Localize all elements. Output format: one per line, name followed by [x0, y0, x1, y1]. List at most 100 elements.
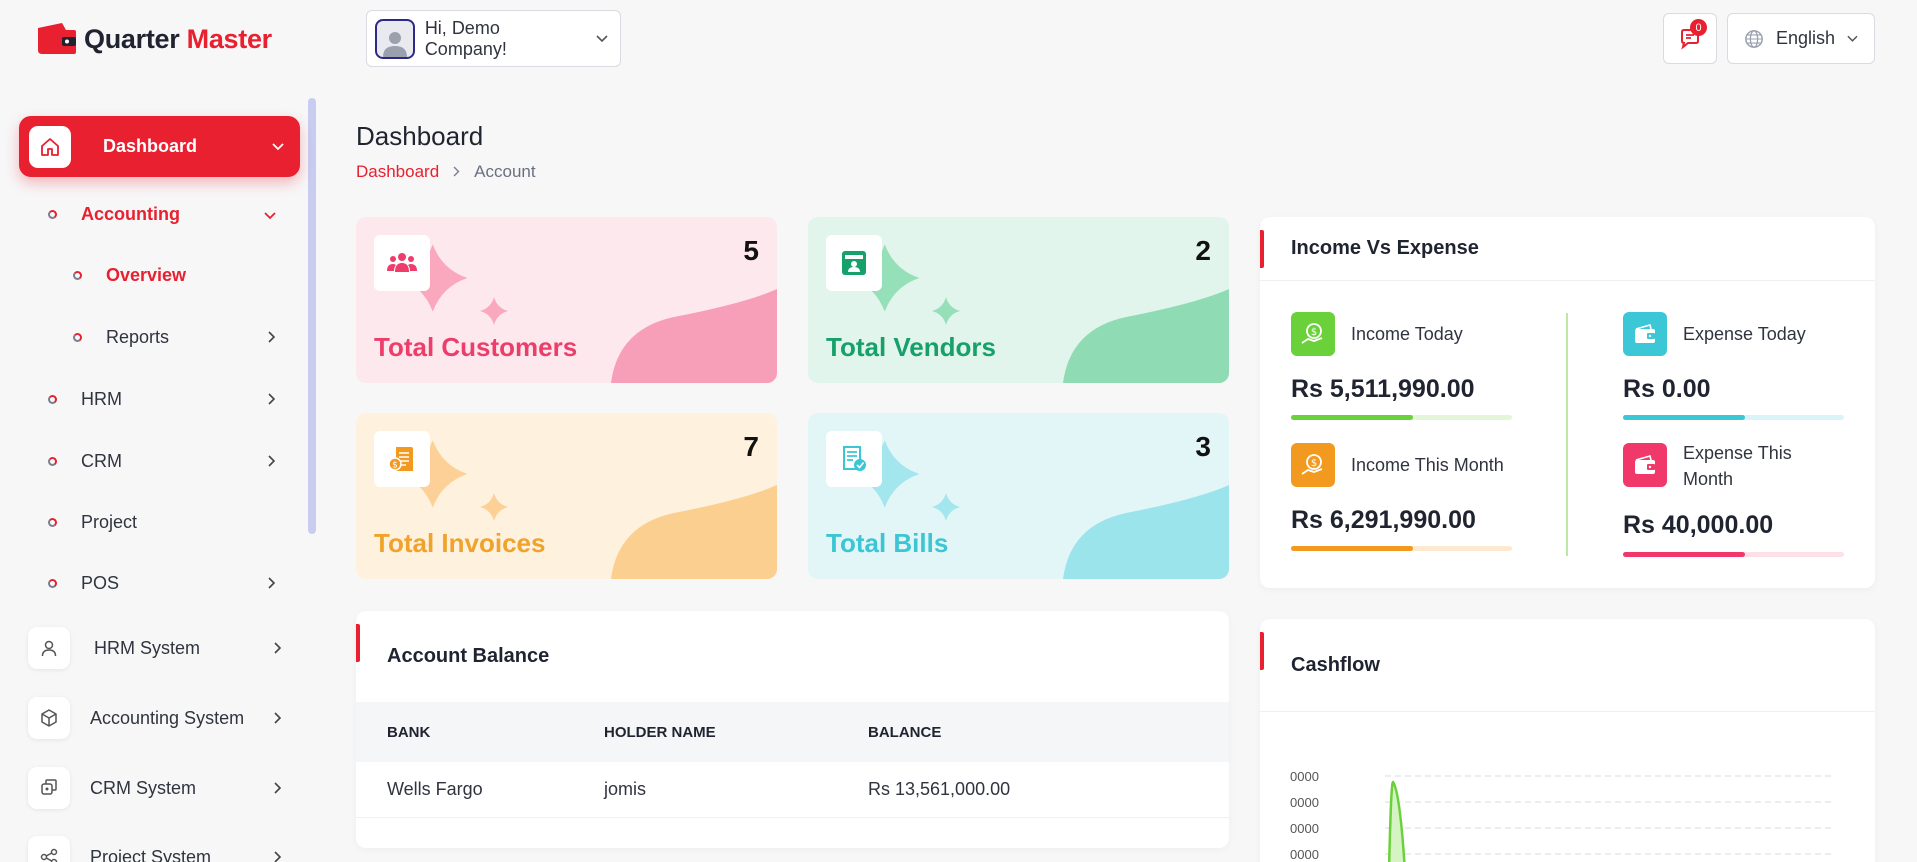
- brand-name: Quarter Master: [84, 23, 272, 54]
- sidebar-item-reports[interactable]: Reports: [73, 324, 276, 350]
- stat-label: Total Customers: [374, 332, 578, 362]
- account-balance-card: Account Balance BANK HOLDER NAME BALANCE…: [356, 611, 1229, 848]
- expense-today-progress: [1623, 415, 1844, 420]
- user-greeting: Hi, Demo Company!: [424, 17, 507, 59]
- chevron-right-icon: [268, 573, 276, 594]
- stat-value: 2: [1195, 235, 1211, 266]
- sidebar-item-label: POS: [81, 572, 120, 593]
- cell-bank: Wells Fargo: [356, 762, 604, 818]
- chevron-right-icon: [453, 162, 460, 182]
- layers-icon: [28, 767, 70, 809]
- bullet-icon: [48, 209, 57, 219]
- table-header-row: BANK HOLDER NAME BALANCE: [356, 702, 1229, 762]
- bill-check-icon: [826, 431, 882, 487]
- stat-value: 5: [743, 235, 759, 266]
- sidebar-item-hrm-system[interactable]: HRM System: [28, 627, 282, 669]
- user-icon: [28, 627, 70, 669]
- expense-this-month: Expense This Month Rs 40,000.00: [1623, 443, 1863, 571]
- stat-card-vendors[interactable]: 2 Total Vendors: [808, 217, 1229, 383]
- bullet-icon: [73, 270, 82, 280]
- chevron-down-icon: [596, 32, 608, 46]
- notification-count-badge: 0: [1690, 19, 1707, 36]
- sidebar-item-overview[interactable]: Overview: [73, 262, 273, 288]
- sidebar-item-label: HRM System: [94, 637, 201, 658]
- chevron-down-icon: [1847, 35, 1858, 42]
- income-today-label: Income Today: [1351, 324, 1463, 344]
- bullet-icon: [73, 332, 82, 342]
- svg-text:$: $: [1311, 458, 1317, 469]
- language-label: English: [1776, 28, 1836, 48]
- card-title: Cashflow: [1260, 619, 1875, 712]
- sidebar-item-label: Project: [81, 511, 138, 532]
- stat-label: Total Vendors: [826, 332, 996, 362]
- chevron-right-icon: [274, 708, 282, 729]
- stat-label: Total Bills: [826, 528, 949, 558]
- expense-today-label: Expense Today: [1683, 324, 1806, 344]
- cashflow-card: Cashflow 0000 0000 0000 0000: [1260, 619, 1875, 862]
- cashflow-chart: 0000 0000 0000 0000: [1260, 712, 1875, 862]
- sidebar-item-project[interactable]: Project: [48, 509, 276, 535]
- notifications-button[interactable]: 0: [1663, 13, 1717, 64]
- sidebar-item-label: Dashboard: [103, 136, 198, 156]
- breadcrumb-home-link[interactable]: Dashboard: [356, 162, 439, 182]
- svg-text:$: $: [1311, 327, 1317, 338]
- income-this-month: $ Income This Month Rs 6,291,990.00: [1291, 443, 1531, 553]
- expense-month-amount: Rs 40,000.00: [1623, 511, 1774, 539]
- column-header-bank: BANK: [356, 702, 604, 762]
- sidebar-item-label: Project System: [90, 846, 212, 862]
- sidebar-item-dashboard[interactable]: Dashboard: [19, 116, 300, 177]
- box-icon: [28, 697, 70, 739]
- sidebar-scrollbar[interactable]: [308, 98, 316, 534]
- expense-today: Expense Today Rs 0.00: [1623, 312, 1863, 422]
- cell-balance: Rs 13,561,000.00: [868, 762, 1229, 818]
- card-title: Account Balance: [356, 611, 1229, 702]
- stat-card-customers[interactable]: 5 Total Customers: [356, 217, 777, 383]
- users-icon: [374, 235, 430, 291]
- expense-month-progress: [1623, 552, 1844, 557]
- chevron-right-icon: [274, 778, 282, 799]
- sidebar-item-label: Overview: [106, 264, 187, 285]
- home-icon: [29, 125, 71, 168]
- bullet-icon: [48, 394, 57, 404]
- income-today: $ Income Today Rs 5,511,990.00: [1291, 312, 1531, 422]
- income-today-amount: Rs 5,511,990.00: [1291, 375, 1475, 403]
- sidebar-item-crm-system[interactable]: CRM System: [28, 767, 282, 809]
- chevron-down-icon: [272, 138, 284, 156]
- expense-month-label: Expense This Month: [1683, 443, 1792, 489]
- sidebar-item-label: HRM: [81, 388, 122, 409]
- sidebar-item-project-system[interactable]: Project System: [28, 836, 282, 862]
- brand-logo[interactable]: Quarter Master: [36, 22, 272, 56]
- stat-label: Total Invoices: [374, 528, 546, 558]
- sidebar-item-crm[interactable]: CRM: [48, 448, 276, 474]
- bullet-icon: [48, 578, 57, 588]
- table-row[interactable]: Wells Fargo jomis Rs 13,561,000.00: [356, 762, 1229, 818]
- sidebar-item-hrm[interactable]: HRM: [48, 386, 276, 412]
- chevron-right-icon: [268, 389, 276, 410]
- wallet-icon: [1623, 443, 1667, 487]
- sidebar-item-accounting[interactable]: Accounting: [48, 201, 276, 227]
- stat-card-invoices[interactable]: $ 7 Total Invoices: [356, 413, 777, 579]
- user-menu-button[interactable]: Hi, Demo Company!: [366, 10, 621, 67]
- card-title: Income Vs Expense: [1260, 217, 1875, 281]
- money-hand-icon: $: [1291, 312, 1335, 356]
- sidebar-item-accounting-system[interactable]: Accounting System: [28, 697, 282, 739]
- stat-value: 7: [743, 431, 759, 462]
- sidebar-item-pos[interactable]: POS: [48, 570, 276, 596]
- divider: [1566, 313, 1568, 556]
- column-header-holder: HOLDER NAME: [604, 702, 868, 762]
- chevron-right-icon: [268, 327, 276, 348]
- income-month-progress: [1291, 546, 1512, 551]
- page-title: Dashboard: [356, 121, 484, 151]
- cashflow-plot: [1385, 775, 1834, 862]
- invoice-icon: $: [374, 431, 430, 487]
- stat-card-bills[interactable]: 3 Total Bills: [808, 413, 1229, 579]
- chevron-right-icon: [268, 451, 276, 472]
- avatar: [375, 18, 415, 59]
- sidebar-item-label: Accounting System: [90, 707, 245, 728]
- cell-holder: jomis: [604, 762, 868, 818]
- chevron-right-icon: [274, 847, 282, 862]
- sidebar-item-label: CRM: [81, 450, 122, 471]
- income-expense-card: Income Vs Expense $ Income Today Rs 5,51…: [1260, 217, 1875, 588]
- language-select[interactable]: English: [1727, 13, 1875, 64]
- money-hand-icon: $: [1291, 443, 1335, 487]
